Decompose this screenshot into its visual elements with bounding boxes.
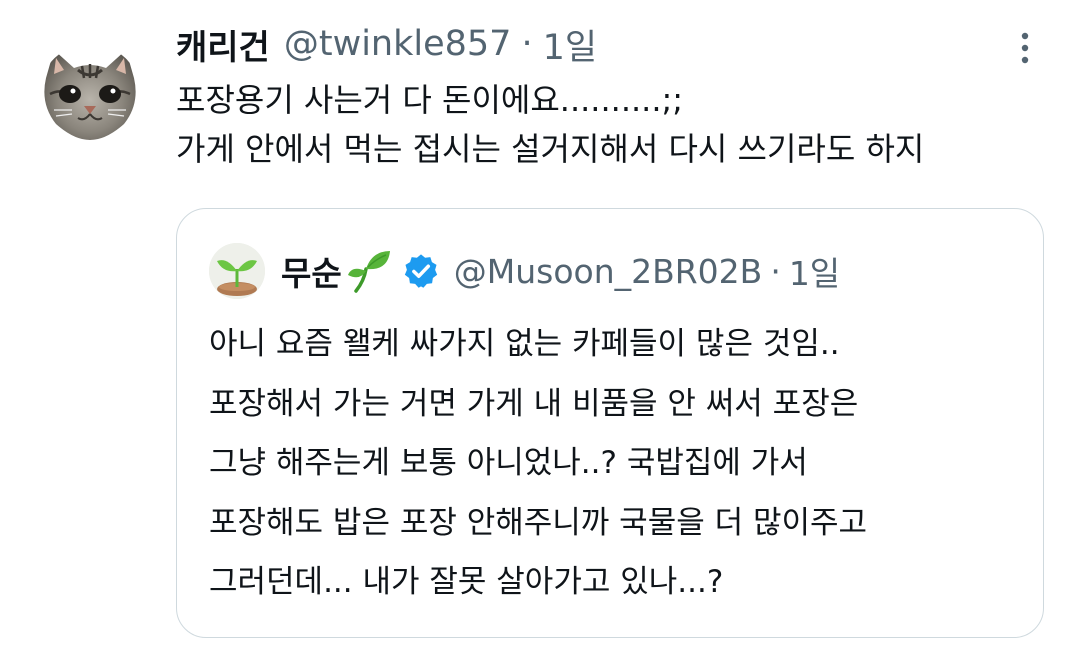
display-name[interactable]: 캐리건 [176, 20, 270, 69]
seedling-icon [344, 247, 392, 295]
cat-face-avatar [40, 44, 140, 140]
quoted-text-line: 포장해도 밥은 포장 안해주니까 국물을 더 많이주고 [209, 504, 868, 541]
quoted-tweet-text: 아니 요즘 왤케 싸가지 없는 카페들이 많은 것임.. 포장해서 가는 거면 … [209, 315, 1029, 613]
quoted-user-handle[interactable]: @Musoon_2BR02B [454, 252, 763, 291]
user-avatar[interactable] [40, 44, 140, 140]
tweet-text: 포장용기 사는거 다 돈이에요..........;; 가게 안에서 먹는 접시… [176, 76, 1056, 174]
timestamp[interactable]: 1일 [543, 19, 597, 70]
seedling-avatar [209, 243, 265, 299]
tweet-text-line: 포장용기 사는거 다 돈이에요..........;; [176, 81, 684, 119]
tweet-header: 캐리건 @twinkle857 · 1일 [176, 18, 597, 70]
quoted-tweet-header: 무순 @Musoon_2BR02B · 1일 [281, 243, 840, 299]
separator-dot: · [521, 24, 533, 64]
quoted-text-line: 포장해서 가는 거면 가게 내 비품을 안 써서 포장은 [209, 385, 859, 422]
quoted-timestamp[interactable]: 1일 [789, 247, 840, 295]
quoted-user-avatar[interactable] [209, 243, 265, 299]
quoted-tweet-card[interactable]: 무순 @Musoon_2BR02B · 1일 아니 요즘 왤케 싸가지 없는 카… [176, 208, 1044, 638]
quoted-text-line: 그냥 해주는게 보통 아니었나..? 국밥집에 가서 [209, 445, 808, 481]
tweet: 캐리건 @twinkle857 · 1일 포장용기 사는거 다 돈이에요....… [0, 0, 1080, 651]
more-vertical-icon [1021, 32, 1029, 64]
quoted-text-line: 아니 요즘 왤케 싸가지 없는 카페들이 많은 것임.. [209, 326, 840, 362]
quoted-text-line: 그러던데... 내가 잘못 살아가고 있나...? [209, 564, 724, 600]
more-options-button[interactable] [1010, 28, 1040, 68]
separator-dot: · [770, 251, 781, 291]
verified-badge-icon [402, 252, 440, 290]
user-handle[interactable]: @twinkle857 [284, 24, 512, 64]
tweet-text-line: 가게 안에서 먹는 접시는 설거지해서 다시 쓰기라도 하지 [176, 130, 925, 168]
quoted-display-name[interactable]: 무순 [281, 247, 342, 295]
